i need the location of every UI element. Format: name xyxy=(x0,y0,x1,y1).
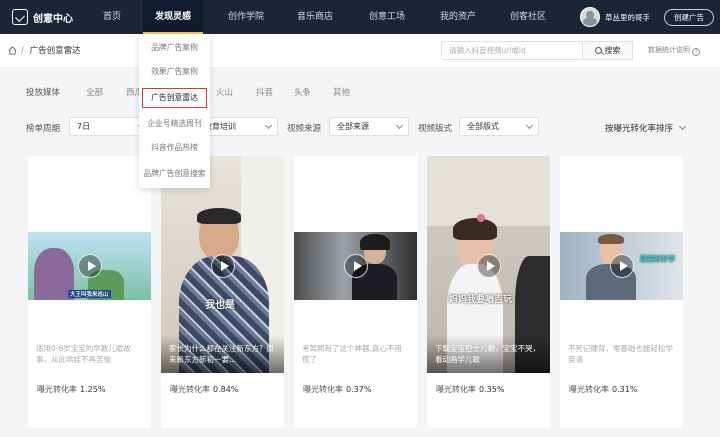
metric-value: 0.37% xyxy=(346,385,372,394)
avatar xyxy=(580,7,600,27)
video-thumbnail[interactable]: 我要好好学 不死记硬背，零基础也能轻松学英语 xyxy=(560,156,683,373)
nav-music-store[interactable]: 音乐商店 xyxy=(297,0,333,34)
chevron-down-icon xyxy=(678,122,687,131)
dropdown-item-brand-cases[interactable]: 品牌广告案例 xyxy=(139,42,210,53)
format-select[interactable]: 全部版式 xyxy=(459,117,539,136)
video-card[interactable]: 妈妈我要唱吉玩 下载宝宝巴士儿歌，宝宝不哭，看动画学儿歌 曝光转化率 0.35% xyxy=(427,156,550,428)
nav-my-assets[interactable]: 我的资产 xyxy=(440,0,476,34)
video-thumbnail[interactable]: 我也是 家长为什么都在关注新东方？原来新东方新初一要... xyxy=(161,156,284,373)
breadcrumb: / 广告创意雷达 xyxy=(21,44,81,56)
video-caption: 适用0-6岁宝宝的早教儿歌故事，从此哄娃不再苦恼 xyxy=(28,335,151,373)
video-card[interactable]: 考驾照有了这个神器,真心不用慌了 曝光转化率 0.37% xyxy=(294,156,417,428)
top-nav: 创意中心 首页 发现灵感 创作学院 音乐商店 创意工场 我的资产 创客社区 草丛… xyxy=(0,0,720,34)
search-icon xyxy=(594,47,602,54)
video-thumbnail[interactable]: 大王叫我来巡山 适用0-6岁宝宝的早教儿歌故事，从此哄娃不再苦恼 xyxy=(28,156,151,373)
media-option-huoshan[interactable]: 火山 xyxy=(216,86,233,98)
user-menu[interactable]: 草丛里的哥手 xyxy=(580,7,650,27)
play-icon[interactable] xyxy=(77,254,102,278)
video-caption: 考驾照有了这个神器,真心不用慌了 xyxy=(294,335,417,373)
nav-community[interactable]: 创客社区 xyxy=(510,0,546,34)
video-caption: 家长为什么都在关注新东方？原来新东方新初一要... xyxy=(161,335,284,373)
video-thumbnail[interactable]: 妈妈我要唱吉玩 下载宝宝巴士儿歌，宝宝不哭，看动画学儿歌 xyxy=(427,156,550,373)
metric-label: 曝光转化率 xyxy=(170,385,210,394)
sub-header: / 广告创意雷达 请输入抖音视频url或id 搜索 数据统计说明 ? xyxy=(0,34,720,68)
search-input[interactable]: 请输入抖音视频url或id xyxy=(441,41,583,60)
video-card[interactable]: 我要好好学 不死记硬背，零基础也能轻松学英语 曝光转化率 0.31% xyxy=(560,156,683,428)
metric-value: 1.25% xyxy=(80,385,106,394)
format-value: 全部版式 xyxy=(467,122,499,131)
dropdown-item-douyin-hot[interactable]: 抖音作品热榜 xyxy=(139,142,210,153)
logo[interactable]: 创意中心 xyxy=(12,8,73,26)
metric-label: 曝光转化率 xyxy=(569,385,609,394)
stats-link-label: 数据统计说明 xyxy=(648,46,690,54)
media-label: 投放媒体 xyxy=(26,88,61,98)
video-caption: 不死记硬背，零基础也能轻松学英语 xyxy=(560,335,683,373)
video-caption: 下载宝宝巴士儿歌，宝宝不哭，看动画学儿歌 xyxy=(427,335,550,373)
card-metric: 曝光转化率 1.25% xyxy=(37,384,105,395)
thumbnail-overlay-text: 大王叫我来巡山 xyxy=(68,290,111,298)
thumbnail-overlay-text: 我也是 xyxy=(205,300,235,311)
metric-label: 曝光转化率 xyxy=(436,385,476,394)
metric-value: 0.35% xyxy=(479,385,505,394)
video-card[interactable]: 我也是 家长为什么都在关注新东方？原来新东方新初一要... 曝光转化率 0.84% xyxy=(161,156,284,428)
video-thumbnail[interactable]: 考驾照有了这个神器,真心不用慌了 xyxy=(294,156,417,373)
dropdown-item-weekly-picks[interactable]: 企业号精选周刊 xyxy=(139,118,210,129)
search-button-label: 搜索 xyxy=(604,46,621,55)
metric-label: 曝光转化率 xyxy=(37,385,77,394)
breadcrumb-separator: / xyxy=(21,46,24,56)
media-option-all[interactable]: 全部 xyxy=(86,86,103,98)
source-label: 视频来源 xyxy=(287,124,322,134)
card-metric: 曝光转化率 0.84% xyxy=(170,384,238,395)
video-card[interactable]: 大王叫我来巡山 适用0-6岁宝宝的早教儿歌故事，从此哄娃不再苦恼 曝光转化率 1.… xyxy=(28,156,151,428)
thumbnail-overlay-text: 妈妈我要唱吉玩 xyxy=(449,295,513,305)
period-label: 榜单周期 xyxy=(26,124,61,134)
media-option-toutiao[interactable]: 头条 xyxy=(294,86,311,98)
breadcrumb-current: 广告创意雷达 xyxy=(29,46,81,56)
nav-academy[interactable]: 创作学院 xyxy=(228,0,264,34)
metric-value: 0.31% xyxy=(612,385,638,394)
source-select[interactable]: 全部来源 xyxy=(329,117,409,136)
home-icon[interactable] xyxy=(8,46,17,55)
stats-help-link[interactable]: 数据统计说明 ? xyxy=(648,45,701,56)
play-icon[interactable] xyxy=(476,254,501,278)
chevron-down-icon xyxy=(395,121,404,130)
play-icon[interactable] xyxy=(210,254,235,278)
metric-label: 曝光转化率 xyxy=(303,385,343,394)
card-metric: 曝光转化率 0.31% xyxy=(569,384,637,395)
period-value: 7日 xyxy=(77,122,91,131)
chevron-down-icon xyxy=(525,121,534,130)
search-button[interactable]: 搜索 xyxy=(583,41,633,60)
metric-value: 0.84% xyxy=(213,385,239,394)
nav-discover[interactable]: 发现灵感 xyxy=(143,0,204,34)
sort-value: 按曝光转化率排序 xyxy=(605,124,674,134)
card-metric: 曝光转化率 0.35% xyxy=(436,384,504,395)
nav-creative-workshop[interactable]: 创意工场 xyxy=(369,0,405,34)
card-metric: 曝光转化率 0.37% xyxy=(303,384,371,395)
logo-icon xyxy=(12,9,28,25)
sort-select[interactable]: 按曝光转化率排序 xyxy=(605,122,687,134)
play-icon[interactable] xyxy=(343,254,368,278)
media-option-other[interactable]: 其他 xyxy=(333,86,350,98)
create-ad-button[interactable]: 创建广告 xyxy=(664,9,714,26)
chevron-down-icon xyxy=(264,121,273,130)
thumbnail-overlay-text: 我要好好学 xyxy=(640,255,675,263)
format-label: 视频版式 xyxy=(418,124,453,134)
nav-home[interactable]: 首页 xyxy=(103,0,121,34)
user-name: 草丛里的哥手 xyxy=(605,12,650,22)
dropdown-item-brand-search[interactable]: 品牌广告创意搜索 xyxy=(139,168,210,179)
question-icon: ? xyxy=(692,48,701,56)
dropdown-item-creative-radar[interactable]: 广告创意雷达 xyxy=(142,88,207,108)
discover-dropdown-menu: 品牌广告案例 效果广告案例 广告创意雷达 企业号精选周刊 抖音作品热榜 品牌广告… xyxy=(139,34,210,188)
dropdown-item-performance-cases[interactable]: 效果广告案例 xyxy=(139,66,210,77)
play-icon[interactable] xyxy=(609,254,634,278)
media-option-douyin[interactable]: 抖音 xyxy=(256,86,273,98)
brand-name: 创意中心 xyxy=(33,13,73,25)
source-value: 全部来源 xyxy=(337,122,369,131)
